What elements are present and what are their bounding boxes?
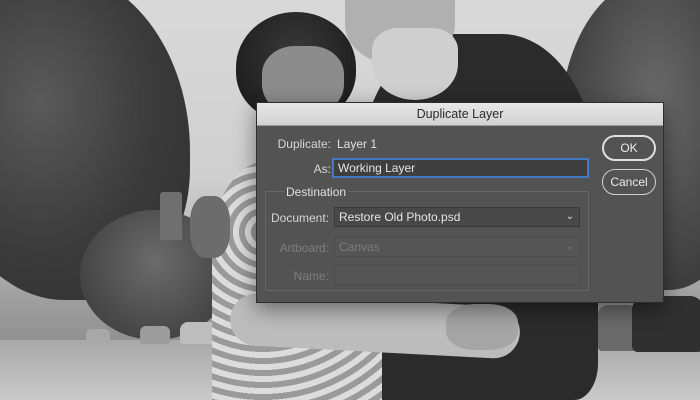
photo-hand bbox=[446, 304, 518, 350]
duplicate-layer-dialog: Duplicate Layer Duplicate: Layer 1 As: W… bbox=[256, 102, 664, 303]
duplicate-value: Layer 1 bbox=[337, 137, 378, 151]
name-label: Name: bbox=[293, 269, 329, 283]
artboard-select-value: Canvas bbox=[339, 240, 380, 254]
photo-man-scarf bbox=[372, 28, 458, 100]
dialog-title: Duplicate Layer bbox=[257, 103, 663, 126]
chevron-down-icon: ⌄ bbox=[565, 211, 574, 222]
photo-hand bbox=[190, 196, 230, 258]
name-input[interactable] bbox=[334, 265, 580, 285]
cancel-button[interactable]: Cancel bbox=[602, 169, 656, 195]
destination-title: Destination bbox=[284, 185, 349, 199]
as-label: As: bbox=[313, 162, 331, 176]
document-label: Document: bbox=[271, 211, 330, 225]
photo-car bbox=[86, 329, 110, 343]
ok-button[interactable]: OK bbox=[602, 135, 656, 161]
duplicate-label: Duplicate: bbox=[277, 137, 331, 151]
document-select[interactable]: Restore Old Photo.psd ⌄ bbox=[334, 207, 580, 227]
photo-car bbox=[140, 326, 170, 344]
as-name-input[interactable]: Working Layer bbox=[332, 158, 589, 178]
photo-car bbox=[632, 296, 700, 352]
chevron-down-icon: ⌄ bbox=[565, 241, 574, 252]
artboard-label: Artboard: bbox=[279, 241, 329, 255]
artboard-select[interactable]: Canvas ⌄ bbox=[334, 237, 580, 257]
photo-tower bbox=[160, 192, 182, 240]
document-select-value: Restore Old Photo.psd bbox=[339, 210, 461, 224]
